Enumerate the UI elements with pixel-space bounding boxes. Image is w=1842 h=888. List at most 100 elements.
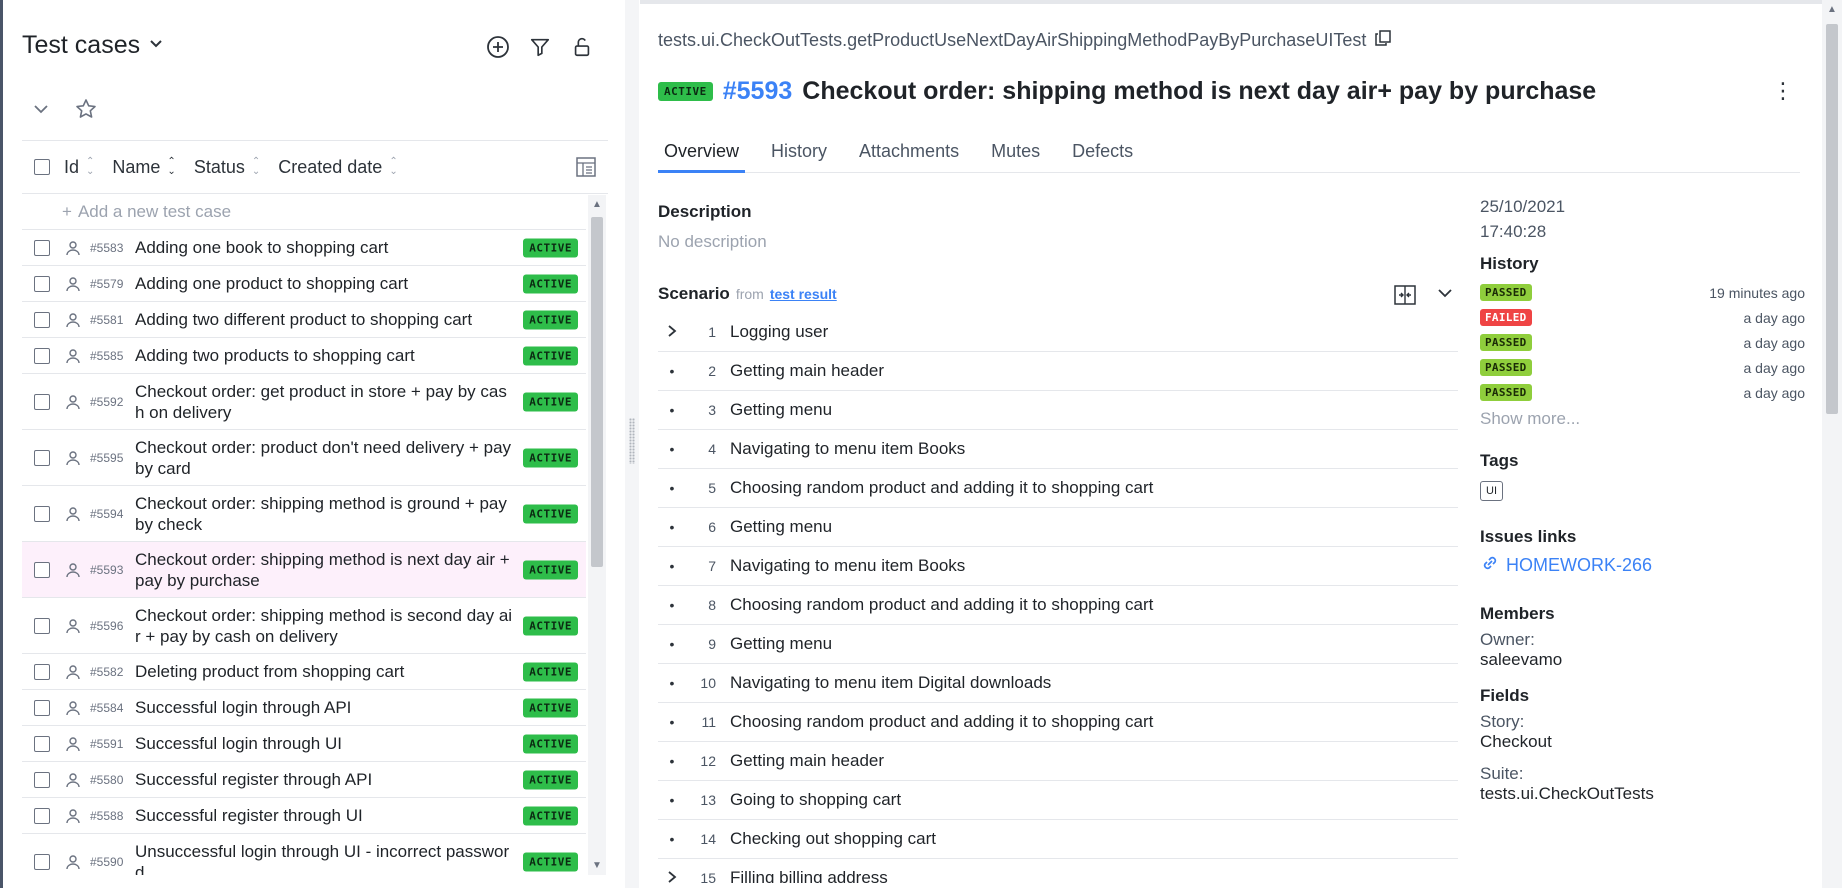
scroll-up-icon[interactable]: ▲ bbox=[592, 199, 602, 210]
chevron-right-icon[interactable] bbox=[658, 324, 686, 341]
list-scrollbar[interactable]: ▲ ▼ bbox=[588, 195, 606, 875]
scroll-up-icon[interactable]: ▲ bbox=[1827, 4, 1837, 15]
history-row[interactable]: FAILED a day ago bbox=[1480, 305, 1805, 330]
history-row[interactable]: PASSED 19 minutes ago bbox=[1480, 280, 1805, 305]
test-path: tests.ui.CheckOutTests.getProductUseNext… bbox=[658, 29, 1392, 52]
table-row[interactable]: #5581 Adding two different product to sho… bbox=[22, 302, 586, 338]
add-circle-icon[interactable] bbox=[485, 34, 511, 60]
test-case-name: Successful register through API bbox=[135, 770, 373, 789]
manual-test-icon bbox=[64, 561, 82, 579]
bullet-icon: • bbox=[669, 831, 675, 847]
issue-link[interactable]: HOMEWORK-266 bbox=[1480, 553, 1805, 578]
table-row[interactable]: #5595 Checkout order: product don't need … bbox=[22, 430, 586, 486]
test-case-detail: tests.ui.CheckOutTests.getProductUseNext… bbox=[640, 0, 1822, 888]
scenario-step: • 8 Choosing random product and adding it … bbox=[658, 586, 1458, 625]
sort-icon: ⌃ ⌄ bbox=[251, 156, 261, 177]
table-row[interactable]: #5588 Successful register through UI ACTIV… bbox=[22, 798, 586, 834]
row-checkbox[interactable] bbox=[34, 311, 50, 328]
scroll-down-icon[interactable]: ▼ bbox=[592, 860, 602, 871]
chevron-right-icon[interactable] bbox=[658, 870, 686, 884]
table-row[interactable]: #5584 Successful login through API ACTIVE bbox=[22, 690, 586, 726]
step-text: Navigating to menu item Books bbox=[730, 439, 966, 458]
panel-resize-handle[interactable] bbox=[625, 0, 639, 888]
table-row[interactable]: #5583 Adding one book to shopping cart ACT… bbox=[22, 230, 586, 266]
history-row[interactable]: PASSED a day ago bbox=[1480, 355, 1805, 380]
scroll-thumb[interactable] bbox=[1826, 24, 1838, 414]
manual-test-icon bbox=[64, 275, 82, 293]
copy-icon[interactable] bbox=[1374, 29, 1392, 52]
row-checkbox[interactable] bbox=[34, 617, 50, 634]
table-row[interactable]: #5591 Successful login through UI ACTIVE bbox=[22, 726, 586, 762]
row-checkbox[interactable] bbox=[34, 699, 50, 716]
more-options-icon[interactable]: ⋮ bbox=[1772, 78, 1794, 104]
test-case-name: Adding two different product to shopping… bbox=[135, 310, 473, 329]
row-checkbox[interactable] bbox=[34, 561, 50, 578]
step-number: 7 bbox=[708, 558, 716, 574]
tab-history[interactable]: History bbox=[765, 135, 833, 173]
test-case-rows: #5583 Adding one book to shopping cart ACT… bbox=[22, 230, 586, 875]
scenario-tools bbox=[1393, 283, 1455, 312]
row-checkbox[interactable] bbox=[34, 505, 50, 522]
table-row[interactable]: #5580 Successful register through API ACTI… bbox=[22, 762, 586, 798]
history-row[interactable]: PASSED a day ago bbox=[1480, 330, 1805, 355]
status-badge: ACTIVE bbox=[523, 310, 578, 329]
sort-name[interactable]: Name ⌃ ⌄ bbox=[112, 157, 175, 178]
row-checkbox[interactable] bbox=[34, 449, 50, 466]
status-badge: ACTIVE bbox=[523, 662, 578, 681]
scenario-step[interactable]: 15 Filling billing address bbox=[658, 859, 1458, 883]
scenario-step[interactable]: 1 Logging user bbox=[658, 313, 1458, 352]
row-checkbox[interactable] bbox=[34, 239, 50, 256]
status-badge: ACTIVE bbox=[523, 560, 578, 579]
table-row[interactable]: #5579 Adding one product to shopping cart… bbox=[22, 266, 586, 302]
sort-status[interactable]: Status ⌃ ⌄ bbox=[194, 157, 260, 178]
add-test-case-label: Add a new test case bbox=[77, 202, 232, 221]
row-checkbox[interactable] bbox=[34, 853, 50, 870]
row-checkbox[interactable] bbox=[34, 663, 50, 680]
table-row[interactable]: #5592 Checkout order: get product in stor… bbox=[22, 374, 586, 430]
sort-created-date[interactable]: Created date ⌃ ⌄ bbox=[278, 157, 397, 178]
test-cases-panel: Test cases Id ⌃ ⌄ Name ⌃ ⌄ Status ⌃ ⌄ Cr… bbox=[3, 0, 622, 888]
step-number: 11 bbox=[701, 714, 716, 730]
row-checkbox[interactable] bbox=[34, 807, 50, 824]
row-checkbox[interactable] bbox=[34, 771, 50, 788]
compare-icon[interactable] bbox=[1393, 283, 1417, 312]
collapse-chevron-icon[interactable] bbox=[32, 100, 50, 123]
test-cases-title[interactable]: Test cases bbox=[22, 31, 164, 60]
table-row[interactable]: #5582 Deleting product from shopping cart… bbox=[22, 654, 586, 690]
tab-defects[interactable]: Defects bbox=[1066, 135, 1139, 173]
test-case-id: #5595 bbox=[90, 450, 124, 465]
show-more-link[interactable]: Show more... bbox=[1480, 409, 1805, 429]
row-checkbox[interactable] bbox=[34, 735, 50, 752]
bullet-icon: • bbox=[669, 675, 675, 691]
table-row[interactable]: #5596 Checkout order: shipping method is … bbox=[22, 598, 586, 654]
history-status-badge: PASSED bbox=[1480, 359, 1532, 376]
table-row[interactable]: #5585 Adding two products to shopping car… bbox=[22, 338, 586, 374]
bullet-icon: • bbox=[669, 363, 675, 379]
scroll-thumb[interactable] bbox=[591, 217, 603, 567]
table-row[interactable]: #5590 Unsuccessful login through UI - inc… bbox=[22, 834, 586, 875]
columns-settings-icon[interactable] bbox=[574, 155, 598, 179]
sort-id[interactable]: Id ⌃ ⌄ bbox=[64, 157, 94, 178]
detail-scrollbar[interactable]: ▲ bbox=[1822, 0, 1842, 888]
table-row[interactable]: #5594 Checkout order: shipping method is … bbox=[22, 486, 586, 542]
tab-attachments[interactable]: Attachments bbox=[853, 135, 965, 173]
history-row[interactable]: PASSED a day ago bbox=[1480, 380, 1805, 405]
filter-icon[interactable] bbox=[527, 34, 553, 60]
tag-chip[interactable]: UI bbox=[1480, 481, 1503, 501]
select-all-checkbox[interactable] bbox=[34, 159, 50, 175]
row-checkbox[interactable] bbox=[34, 275, 50, 292]
tab-mutes[interactable]: Mutes bbox=[985, 135, 1046, 173]
tab-overview[interactable]: Overview bbox=[658, 135, 746, 173]
row-checkbox[interactable] bbox=[34, 347, 50, 364]
table-row[interactable]: #5593 Checkout order: shipping method is … bbox=[22, 542, 586, 598]
test-result-link[interactable]: test result bbox=[770, 286, 837, 302]
row-checkbox[interactable] bbox=[34, 393, 50, 410]
expand-all-chevron-icon[interactable] bbox=[1435, 283, 1455, 312]
fields-label: Fields bbox=[1480, 686, 1530, 705]
step-number: 14 bbox=[700, 831, 716, 847]
add-test-case-button[interactable]: + Add a new test case bbox=[22, 195, 586, 230]
test-case-name: Successful register through UI bbox=[135, 806, 363, 825]
unlock-icon[interactable] bbox=[569, 34, 595, 60]
created-time: 17:40:28 bbox=[1480, 222, 1547, 241]
star-icon[interactable] bbox=[74, 97, 98, 126]
